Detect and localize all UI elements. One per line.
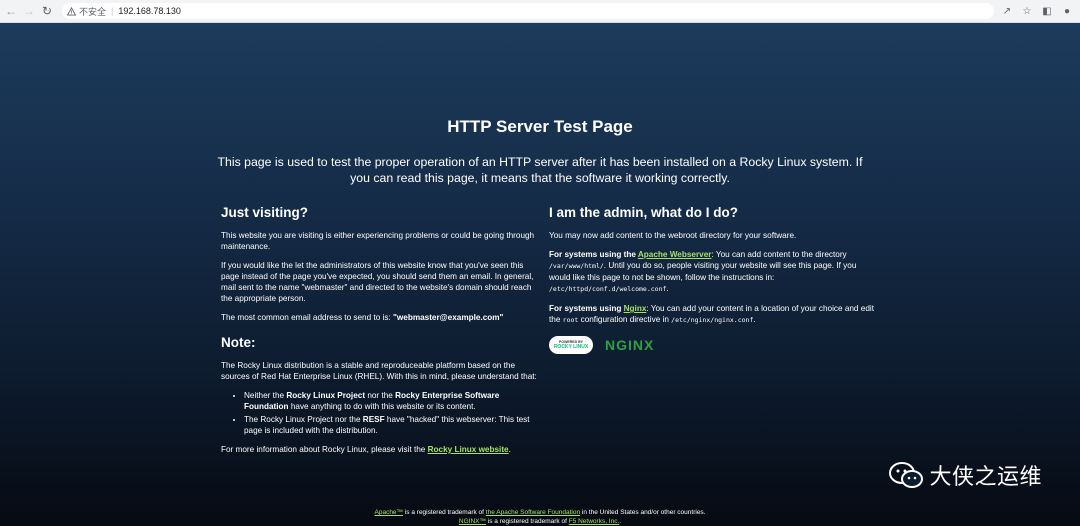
address-separator: |	[111, 6, 114, 16]
webmaster-email: "webmaster@example.com"	[393, 313, 504, 322]
apache-conf: /etc/httpd/conf.d/welcome.conf	[549, 285, 667, 293]
footer-text-2: in the United States and/or other countr…	[580, 509, 706, 516]
rocky-logo-text: ROCKY LINUX	[553, 344, 589, 350]
visitor-paragraph-3: The most common email address to send to…	[221, 312, 539, 323]
star-icon: ☆	[1022, 5, 1032, 17]
nginx-end: .	[753, 315, 756, 324]
nginx-text-2: configuration directive in	[578, 315, 672, 324]
admin-heading: I am the admin, what do I do?	[549, 205, 739, 220]
apache-prefix: For systems using the	[549, 250, 638, 259]
arrow-right-icon: →	[23, 4, 35, 18]
apache-paragraph: For systems using the Apache Webserver: …	[549, 249, 874, 295]
note-item-2: The Rocky Linux Project nor the RESF hav…	[244, 414, 539, 436]
url-text[interactable]: 192.168.78.130	[118, 6, 181, 16]
asf-link[interactable]: the Apache Software Foundation	[486, 509, 580, 516]
rocky-linux-logo[interactable]: POWERED BY ROCKY LINUX	[549, 336, 593, 354]
nginx-prefix: For systems using	[549, 304, 624, 313]
note-heading: Note:	[221, 335, 256, 350]
more-info-prefix: For more information about Rocky Linux, …	[221, 445, 428, 454]
nginx-tm-link[interactable]: NGINX™	[459, 518, 486, 525]
admin-paragraph-1: You may now add content to the webroot d…	[549, 231, 797, 240]
nginx-root: root	[562, 316, 579, 324]
bookmark-button[interactable]: ☆	[1020, 3, 1034, 19]
visitor-paragraph-1: This website you are visiting is either …	[221, 231, 535, 251]
visitor-paragraph-2: If you would like the let the administra…	[221, 261, 534, 303]
sidebar-icon: ◧	[1042, 5, 1052, 17]
visitor-heading: Just visiting?	[221, 205, 309, 220]
apache-tm-link[interactable]: Apache™	[375, 509, 404, 516]
page-title: HTTP Server Test Page	[447, 117, 633, 136]
warning-icon	[66, 6, 76, 16]
note-item-1-b: Rocky Linux Project	[286, 391, 366, 400]
apache-end: .	[666, 284, 669, 293]
note-item-1-c: nor the	[365, 391, 396, 400]
profile-button[interactable]: ●	[1060, 3, 1074, 19]
more-info-paragraph: For more information about Rocky Linux, …	[221, 444, 539, 455]
note-item-1-a: Neither the	[244, 391, 287, 400]
footer-text-4: .	[619, 518, 622, 525]
rocky-linux-link[interactable]: Rocky Linux website	[428, 445, 509, 454]
reload-icon: ↻	[41, 4, 53, 18]
logo-row: POWERED BY ROCKY LINUX NGINX	[549, 336, 874, 354]
page-lead: This page is used to test the proper ope…	[217, 155, 863, 185]
arrow-left-icon: ←	[5, 4, 17, 18]
note-item-1: Neither the Rocky Linux Project nor the …	[244, 390, 539, 412]
visitor-column: Just visiting? This website you are visi…	[221, 205, 539, 463]
admin-column: I am the admin, what do I do? You may no…	[549, 205, 874, 354]
footer-text-3: is a registered trademark of	[485, 518, 569, 525]
share-button[interactable]: ↗	[1000, 3, 1014, 19]
email-intro: The most common email address to send to…	[221, 313, 394, 322]
security-label[interactable]: 不安全	[79, 5, 106, 18]
nginx-logo[interactable]: NGINX	[605, 338, 654, 352]
address-bar[interactable]: 不安全 | 192.168.78.130	[62, 3, 994, 19]
trademark-footer: Apache™ is a registered trademark of the…	[0, 508, 1080, 526]
note-item-2-b: RESF	[362, 415, 385, 424]
footer-text-1: is a registered trademark of	[403, 509, 486, 516]
note-list: Neither the Rocky Linux Project nor the …	[221, 390, 539, 436]
note-item-1-e: have anything to do with this website or…	[288, 402, 476, 411]
browser-toolbar: ← → ↻ 不安全 | 192.168.78.130 ↗ ☆ ◧ ●	[0, 0, 1080, 23]
note-item-2-a: The Rocky Linux Project nor the	[244, 415, 363, 424]
sidebar-button[interactable]: ◧	[1040, 3, 1054, 19]
avatar-icon: ●	[1063, 5, 1071, 17]
footer-line-2: NGINX™ is a registered trademark of F5 N…	[0, 517, 1080, 526]
more-info-suffix: .	[508, 445, 511, 454]
apache-dir: /var/www/html/	[549, 262, 604, 270]
f5-link[interactable]: F5 Networks, Inc.	[569, 518, 620, 525]
share-icon: ↗	[1002, 5, 1012, 17]
back-button[interactable]: ←	[2, 2, 20, 20]
nginx-paragraph: For systems using Nginx: You can add you…	[549, 303, 874, 326]
note-paragraph: The Rocky Linux distribution is a stable…	[221, 361, 537, 381]
apache-text-1: : You can add content to the directory	[711, 250, 847, 259]
wechat-watermark: 大侠之运维	[889, 459, 1042, 491]
nginx-link[interactable]: Nginx	[624, 304, 647, 313]
reload-button[interactable]: ↻	[38, 2, 56, 20]
wechat-icon	[889, 462, 924, 488]
test-page: HTTP Server Test Page This page is used …	[0, 23, 1080, 526]
apache-link[interactable]: Apache Webserver	[638, 250, 712, 259]
forward-button[interactable]: →	[20, 2, 38, 20]
footer-line-1: Apache™ is a registered trademark of the…	[0, 508, 1080, 517]
nginx-conf: /etc/nginx/nginx.conf	[671, 316, 754, 324]
wechat-account-name: 大侠之运维	[929, 465, 1042, 490]
